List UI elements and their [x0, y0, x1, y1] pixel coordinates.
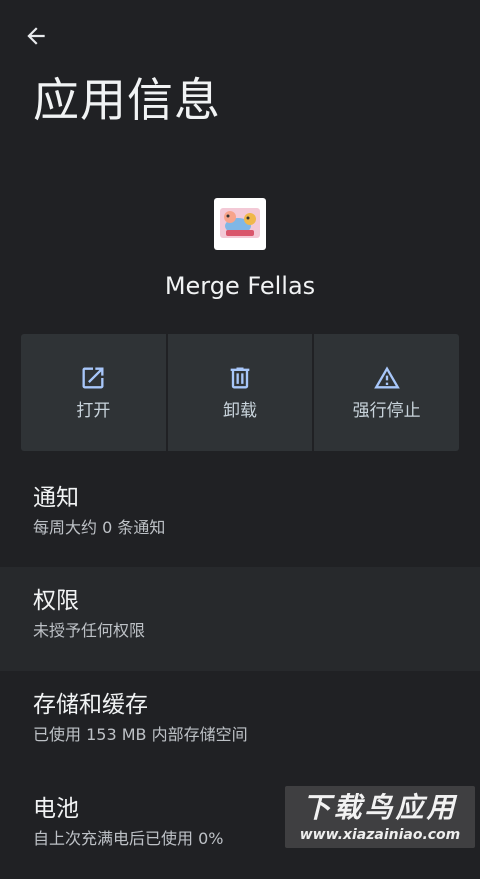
app-name: Merge Fellas [164, 272, 316, 300]
force-stop-button-label: 强行停止 [352, 400, 421, 421]
arrow-back-icon [23, 23, 49, 53]
settings-item-summary: 未授予任何权限 [33, 621, 146, 640]
settings-item-summary: 自上次充满电后已使用 0% [33, 829, 224, 848]
force-stop-button[interactable]: 强行停止 [314, 334, 460, 451]
settings-item-title: 权限 [33, 588, 79, 614]
settings-item-notifications[interactable]: 通知 每周大约 0 条通知 [0, 464, 480, 568]
settings-item-permissions[interactable]: 权限 未授予任何权限 [0, 567, 480, 671]
open-in-new-icon [79, 364, 107, 392]
settings-item-storage[interactable]: 存储和缓存 已使用 153 MB 内部存储空间 [0, 671, 480, 775]
trash-icon [226, 364, 254, 392]
watermark-url: www.xiazainiao.com [299, 827, 461, 843]
back-button[interactable] [14, 16, 58, 60]
uninstall-button-label: 卸载 [223, 400, 257, 421]
open-button-label: 打开 [76, 400, 111, 421]
uninstall-button[interactable]: 卸载 [167, 334, 313, 451]
app-icon [214, 198, 266, 250]
settings-item-title: 存储和缓存 [33, 692, 148, 718]
watermark-title: 下载鸟应用 [302, 791, 458, 824]
settings-item-summary: 已使用 153 MB 内部存储空间 [33, 725, 248, 744]
open-button[interactable]: 打开 [21, 334, 166, 451]
warning-icon [373, 364, 401, 392]
settings-item-summary: 每周大约 0 条通知 [33, 518, 166, 537]
watermark: 下载鸟应用 www.xiazainiao.com [285, 786, 475, 848]
settings-item-title: 电池 [33, 796, 79, 822]
action-bar: 打开 卸载 强行停止 [21, 334, 460, 451]
settings-item-title: 通知 [33, 485, 79, 511]
page-title: 应用信息 [33, 73, 221, 127]
